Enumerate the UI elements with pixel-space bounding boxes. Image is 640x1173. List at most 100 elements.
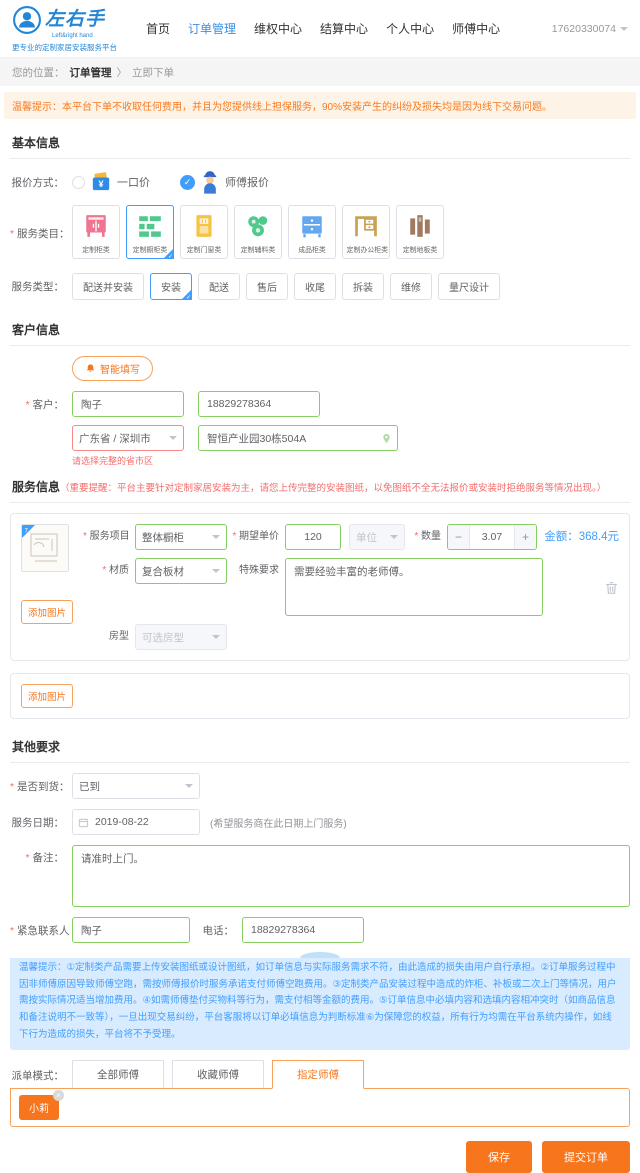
amount-text: 金额：368.4元 <box>544 524 619 550</box>
type-repair[interactable]: 维修 <box>390 273 432 300</box>
service-info-notice: （重要提醒：平台主要针对定制家居安装为主，请您上传完整的安装图纸，以免图纸不全无… <box>60 483 606 494</box>
add-image-button[interactable]: 添加图片 <box>21 600 73 624</box>
smart-autofill-label: 智能填写 <box>100 361 140 376</box>
type-delivery[interactable]: 配送 <box>198 273 240 300</box>
customer-name-row: 客户： <box>10 391 630 417</box>
category-label: 定制柜类 <box>77 244 116 254</box>
category-finished-cabinet[interactable]: 成品柜类 <box>288 205 336 259</box>
category-custom-kitchen-cabinet[interactable]: 定制橱柜类 ✓ <box>126 205 174 259</box>
type-install[interactable]: 安装 ✓ <box>150 273 192 300</box>
service-category-row: 服务类目： 定制柜类 <box>10 205 630 263</box>
option-fixed-price[interactable]: ¥ 一口价 <box>72 172 150 192</box>
nav-home[interactable]: 首页 <box>146 20 170 37</box>
service-date-input[interactable] <box>72 809 200 835</box>
unit-select[interactable]: 单位 <box>349 524 405 550</box>
arrived-row: 是否到货： 已到 <box>10 773 630 799</box>
custom-kitchen-cabinet-icon <box>129 211 171 241</box>
dispatch-mode-label: 派单模式： <box>10 1063 72 1089</box>
special-request-label: 特殊要求 <box>227 558 285 584</box>
section-other-requirements-title: 其他要求 <box>10 731 630 763</box>
account-phone-dropdown[interactable]: 17620330074 <box>552 23 628 35</box>
type-install-label: 安装 <box>161 283 181 294</box>
logo[interactable]: 左右手 Left&right hand 更专业的定制家居安装服务平台 <box>12 5 132 53</box>
address-input[interactable] <box>198 425 398 451</box>
service-date-label: 服务日期： <box>10 815 72 830</box>
selected-check-icon: ✓ <box>186 294 191 301</box>
customer-phone-input[interactable] <box>198 391 320 417</box>
delete-item-button[interactable] <box>604 580 619 598</box>
selected-check-icon: ✓ <box>168 253 173 260</box>
calendar-icon <box>78 817 89 828</box>
category-custom-office-cabinet[interactable]: 定制办公柜类 <box>342 205 390 259</box>
category-custom-accessories[interactable]: 定制辅料类 <box>234 205 282 259</box>
nav-personal-center[interactable]: 个人中心 <box>386 20 434 37</box>
amount-value: 368.4元 <box>579 531 619 543</box>
contact-phone-input[interactable] <box>242 917 364 943</box>
category-custom-door-window[interactable]: 定制门窗类 <box>180 205 228 259</box>
material-select[interactable]: 复合板材 <box>135 558 227 584</box>
chevron-down-icon <box>169 436 177 440</box>
tab-all-masters[interactable]: 全部师傅 <box>72 1060 164 1089</box>
category-custom-flooring[interactable]: 定制地板类 <box>396 205 444 259</box>
radio-unchecked-icon[interactable] <box>72 176 85 189</box>
quantity-input[interactable] <box>470 525 514 549</box>
room-type-select[interactable]: 可选房型 <box>135 624 227 650</box>
project-value: 整体橱柜 <box>142 530 184 545</box>
tab-favorite-masters[interactable]: 收藏师傅 <box>172 1060 264 1089</box>
service-item-panel: 7 添加图片 服务项目 整体橱柜 期望单价 单位 <box>10 513 630 661</box>
chip-close-icon[interactable]: × <box>53 1090 64 1101</box>
logo-tagline: 更专业的定制家居安装服务平台 <box>12 42 132 53</box>
submit-order-button[interactable]: 提交订单 <box>542 1141 630 1173</box>
nav-rights-center[interactable]: 维权中心 <box>254 20 302 37</box>
finished-cabinet-icon <box>291 211 333 241</box>
region-select[interactable]: 广东省 / 深圳市 <box>72 425 184 451</box>
project-select[interactable]: 整体橱柜 <box>135 524 227 550</box>
master-chip: 小莉 × <box>19 1095 59 1120</box>
service-date-hint: (希望服务商在此日期上门服务) <box>210 815 347 830</box>
service-item-grid: 7 添加图片 服务项目 整体橱柜 期望单价 单位 <box>21 524 619 650</box>
remark-textarea[interactable]: 请准时上门。 <box>72 845 630 907</box>
breadcrumb-order-management[interactable]: 订单管理 <box>70 65 112 80</box>
logo-subtitle: Left&right hand <box>52 33 132 39</box>
tips-box: 温馨提示：①定制类产品需要上传安装图纸或设计图纸，如订单信息与实际服务需求不符，… <box>10 953 630 1050</box>
type-after-sale[interactable]: 售后 <box>246 273 288 300</box>
tab-assigned-master[interactable]: 指定师傅 <box>272 1060 364 1089</box>
custom-flooring-icon <box>399 211 441 241</box>
price-input[interactable] <box>285 524 341 550</box>
service-type-label: 服务类型： <box>10 279 72 294</box>
logo-top: 左右手 <box>12 5 132 35</box>
type-deliver-install[interactable]: 配送并安装 <box>72 273 144 300</box>
type-measure-design[interactable]: 量尺设计 <box>438 273 500 300</box>
type-finishing[interactable]: 收尾 <box>294 273 336 300</box>
service-category-label: 服务类目： <box>10 205 72 263</box>
type-disassembly[interactable]: 拆装 <box>342 273 384 300</box>
quantity-stepper: − + <box>447 524 537 550</box>
breadcrumb-place-order: 立即下单 <box>132 65 174 80</box>
emergency-contact-input[interactable] <box>72 917 190 943</box>
breadcrumb-separator: 〉 <box>117 65 128 80</box>
arrived-select[interactable]: 已到 <box>72 773 200 799</box>
nav-order-management[interactable]: 订单管理 <box>188 20 236 37</box>
service-type-row: 服务类型： 配送并安装 安装 ✓ 配送 售后 收尾 拆装 维修 量尺设计 <box>10 273 630 300</box>
save-button[interactable]: 保存 <box>466 1141 532 1173</box>
special-request-textarea[interactable]: 需要经验丰富的老师傅。 <box>285 558 543 616</box>
region-select-wrap: 广东省 / 深圳市 请选择完整的省市区 <box>72 425 184 467</box>
radio-checked-icon[interactable]: ✓ <box>180 175 195 190</box>
drawing-thumbnail[interactable]: 7 <box>21 524 69 572</box>
top-header: 左右手 Left&right hand 更专业的定制家居安装服务平台 首页 订单… <box>0 0 640 58</box>
nav-master-center[interactable]: 师傅中心 <box>452 20 500 37</box>
amount-label: 金额： <box>544 531 579 543</box>
category-custom-cabinet[interactable]: 定制柜类 <box>72 205 120 259</box>
trash-icon <box>604 580 619 595</box>
material-label: 材质 <box>83 558 135 584</box>
quantity-minus-button[interactable]: − <box>448 525 470 549</box>
option-master-quote[interactable]: ✓ 师傅报价 <box>180 169 269 195</box>
customer-name-input[interactable] <box>72 391 184 417</box>
nav-settlement-center[interactable]: 结算中心 <box>320 20 368 37</box>
quantity-plus-button[interactable]: + <box>514 525 536 549</box>
yuan-price-icon: ¥ <box>90 172 112 192</box>
action-buttons: 保存 提交订单 <box>10 1141 630 1173</box>
smart-autofill-button[interactable]: 智能填写 <box>72 356 153 381</box>
add-image-button-2[interactable]: 添加图片 <box>21 684 73 708</box>
breadcrumb: 您的位置： 订单管理 〉 立即下单 <box>0 58 640 86</box>
